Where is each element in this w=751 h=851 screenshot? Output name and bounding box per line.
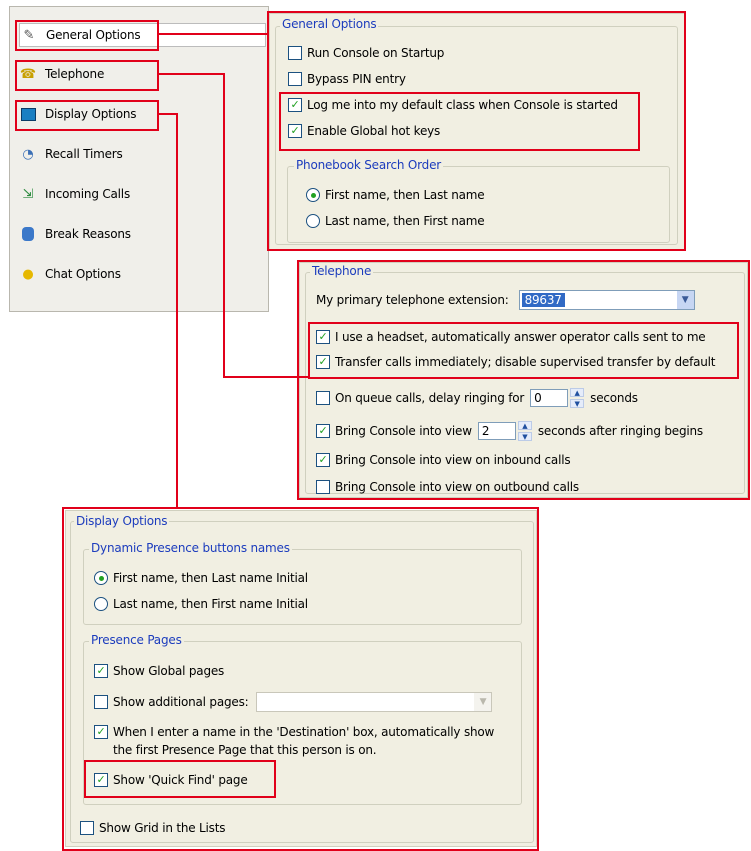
nav-item-label: Recall Timers xyxy=(45,147,123,161)
highlight-box xyxy=(15,60,159,91)
highlight-box xyxy=(308,322,739,379)
nav-item-label: Incoming Calls xyxy=(45,187,130,201)
highlight-box xyxy=(279,92,640,151)
highlight-box xyxy=(84,760,276,798)
nav-item-chat-options[interactable]: ● Chat Options xyxy=(19,263,264,285)
connector-line xyxy=(223,376,309,378)
nav-item-label: Chat Options xyxy=(45,267,121,281)
highlight-box xyxy=(15,20,159,51)
nav-item-incoming-calls[interactable]: ⇲ Incoming Calls xyxy=(19,183,264,205)
nav-item-label: Break Reasons xyxy=(45,227,131,241)
clock-icon: ◔ xyxy=(22,146,34,162)
nav-item-recall-timers[interactable]: ◔ Recall Timers xyxy=(19,143,264,165)
connector-line xyxy=(157,33,269,35)
incoming-call-icon: ⇲ xyxy=(22,186,34,202)
chat-bubble-icon: ● xyxy=(22,266,34,282)
connector-line xyxy=(157,113,178,115)
nav-item-break-reasons[interactable]: Break Reasons xyxy=(19,223,264,245)
options-nav-pane: ✎ General Options ☎ Telephone Display Op… xyxy=(9,6,269,312)
highlight-box xyxy=(62,507,539,851)
connector-line xyxy=(176,113,178,509)
highlight-box xyxy=(297,260,750,500)
break-icon xyxy=(19,225,37,243)
connector-line xyxy=(223,73,225,378)
connector-line xyxy=(157,73,225,75)
highlight-box xyxy=(15,100,159,131)
